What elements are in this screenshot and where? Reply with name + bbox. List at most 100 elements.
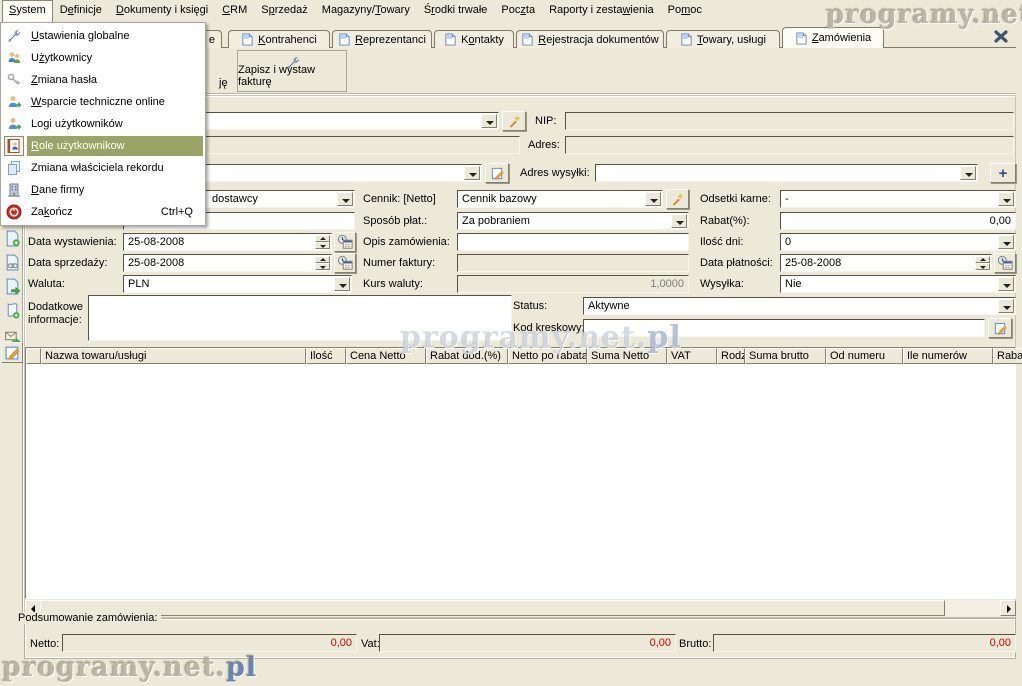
edit-address-button[interactable] (485, 163, 509, 183)
wysylka-label: Wysyłka: (700, 278, 744, 290)
toolbar-button-partial[interactable]: ję (219, 77, 228, 89)
grid-header-netto-po-rabacie[interactable]: Netto po rabata (508, 348, 587, 364)
data-wystawienia-field[interactable]: 25-08-2008 (123, 233, 332, 251)
menu-dokumenty[interactable]: Dokumenty i księgi (109, 0, 215, 22)
save-and-issue-invoice-button[interactable]: Zapisz i wystaw fakturę (237, 50, 347, 92)
new-scroll-icon[interactable] (2, 300, 22, 320)
status-combobox[interactable]: Aktywne (583, 297, 1016, 315)
date-spinner[interactable] (975, 256, 990, 270)
menu-item-role-uzytkownikow[interactable]: Role użytkownikow (1, 135, 205, 157)
menu-item-uzytkownicy[interactable]: Użytkownicy (1, 47, 205, 69)
menu-definicje[interactable]: Definicje (53, 0, 109, 22)
menu-item-wsparcie-techniczne[interactable]: Wsparcie techniczne online (1, 91, 205, 113)
ilosc-dni-combobox[interactable]: 0 (780, 233, 1016, 251)
menu-item-dane-firmy[interactable]: Dane firmy (1, 179, 205, 201)
dodatkowe-informacje-label: Dodatkowe (28, 301, 83, 313)
nip-label: NIP: (535, 115, 556, 127)
menu-item-zmiana-wlasciciela[interactable]: Zmiana właściciela rekordu (1, 157, 205, 179)
calendar-button[interactable] (334, 232, 356, 252)
cennik-wand-button[interactable] (666, 189, 689, 209)
link-document-icon[interactable] (2, 252, 22, 272)
tab-zamowienia[interactable]: Zamówienia (782, 27, 884, 48)
waluta-combobox[interactable]: PLN (123, 275, 352, 293)
numer-faktury-label: Numer faktury: (363, 257, 435, 269)
add-address-button[interactable]: + (990, 163, 1016, 183)
chevron-down-icon[interactable] (671, 214, 687, 228)
tab-kontrahenci[interactable]: Kontrahenci (228, 30, 330, 48)
menu-magazyny[interactable]: Magazyny/Towary (315, 0, 417, 22)
scrollbar-thumb[interactable] (40, 600, 945, 616)
dodatkowe-informacje-textarea[interactable] (88, 295, 512, 341)
grid-header-ilosc[interactable]: Ilość (306, 348, 346, 364)
cennik-combobox[interactable]: Cennik bazowy (457, 190, 663, 208)
wysylka-combobox[interactable]: Nie (780, 275, 1016, 293)
calendar-button[interactable] (994, 253, 1016, 273)
grid-header-cena-netto[interactable]: Cena Netto (346, 348, 426, 364)
new-document-icon[interactable] (2, 228, 22, 248)
chevron-down-icon[interactable] (334, 277, 350, 291)
tab-rejestracja-dokumentow[interactable]: Rejestracja dokumentów (516, 30, 664, 48)
brutto-label: Brutto: (679, 638, 711, 650)
data-platnosci-field[interactable]: 25-08-2008 (780, 254, 992, 272)
document-icon (521, 33, 534, 46)
scroll-right-arrow[interactable] (1000, 600, 1016, 616)
chevron-down-icon[interactable] (960, 166, 976, 180)
grid-header-blank[interactable] (26, 348, 41, 364)
copy-pages-icon (1, 158, 27, 178)
odsetki-label: Odsetki karne: (700, 193, 771, 205)
grid-header-rodzaj[interactable]: Rodz (717, 348, 745, 364)
chevron-down-icon[interactable] (998, 299, 1014, 313)
kod-kreskowy-field[interactable] (583, 319, 985, 337)
menu-shortcut: Ctrl+Q (161, 206, 203, 218)
document-icon (680, 33, 693, 46)
sposob-platnosci-combobox[interactable]: Za pobraniem (457, 212, 689, 230)
edit-barcode-button[interactable] (988, 318, 1012, 338)
grid-header-rabat2[interactable]: Raba (993, 348, 1022, 364)
menu-item-logi-uzytkownikow[interactable]: Logi użytkowników (1, 113, 205, 135)
tab-towary-uslugi[interactable]: Towary, usługi (666, 30, 780, 48)
date-spinner[interactable] (315, 235, 330, 249)
cennik-label: Cennik: [Netto] (363, 193, 436, 205)
menu-item-ustawienia-globalne[interactable]: Ustawienia globalne (1, 25, 205, 47)
menu-item-zakoncz[interactable]: Zakończ Ctrl+Q (1, 201, 205, 223)
chevron-down-icon[interactable] (464, 166, 480, 180)
odsetki-combobox[interactable]: - (780, 190, 1016, 208)
close-icon[interactable] (992, 29, 1014, 47)
menu-pomoc[interactable]: Pomoc (661, 0, 709, 22)
chevron-down-icon[interactable] (481, 114, 497, 128)
forward-document-icon[interactable] (2, 276, 22, 296)
grid-header-suma-brutto[interactable]: Suma brutto (745, 348, 826, 364)
order-items-grid[interactable]: Nazwa towaru/usługi Ilość Cena Netto Rab… (25, 347, 1016, 599)
edit-page-icon[interactable] (1, 342, 23, 363)
horizontal-scrollbar[interactable] (25, 600, 1016, 616)
calendar-button[interactable] (334, 253, 356, 273)
chevron-down-icon[interactable] (998, 277, 1014, 291)
system-menu: Ustawienia globalne Użytkownicy Zmiana h… (0, 22, 206, 226)
grid-header-od-numeru[interactable]: Od numeru (826, 348, 903, 364)
grid-header-vat[interactable]: VAT (667, 348, 717, 364)
adres-wysylki-combobox[interactable] (595, 164, 978, 182)
rabat-field[interactable]: 0,00 (780, 212, 1016, 230)
magic-wand-button[interactable] (502, 111, 526, 131)
opis-zamowienia-field[interactable] (457, 233, 689, 251)
data-platnosci-label: Data płatności: (700, 257, 773, 269)
menu-crm[interactable]: CRM (215, 0, 254, 22)
menu-poczta[interactable]: Poczta (494, 0, 542, 22)
grid-header-nazwa[interactable]: Nazwa towaru/usługi (41, 348, 306, 364)
chevron-down-icon[interactable] (337, 192, 353, 206)
grid-header-suma-netto[interactable]: Suma Netto (587, 348, 667, 364)
chevron-down-icon[interactable] (998, 192, 1014, 206)
tab-kontakty[interactable]: Kontakty (434, 30, 514, 48)
grid-header-rabat-dod[interactable]: Rabat dod.(%) (426, 348, 508, 364)
data-sprzedazy-field[interactable]: 25-08-2008 (123, 254, 332, 272)
chevron-down-icon[interactable] (998, 235, 1014, 249)
menu-raporty[interactable]: Raporty i zestawienia (542, 0, 661, 22)
menu-srodki[interactable]: Środki trwałe (417, 0, 495, 22)
menu-system[interactable]: System (2, 0, 53, 22)
chevron-down-icon[interactable] (645, 192, 661, 206)
menu-sprzedaz[interactable]: Sprzedaż (254, 0, 315, 22)
date-spinner[interactable] (315, 256, 330, 270)
menu-item-zmiana-hasla[interactable]: Zmiana hasła (1, 69, 205, 91)
tab-reprezentanci[interactable]: Reprezentanci (332, 30, 432, 48)
grid-header-ile-numerow[interactable]: Ile numerów (903, 348, 993, 364)
